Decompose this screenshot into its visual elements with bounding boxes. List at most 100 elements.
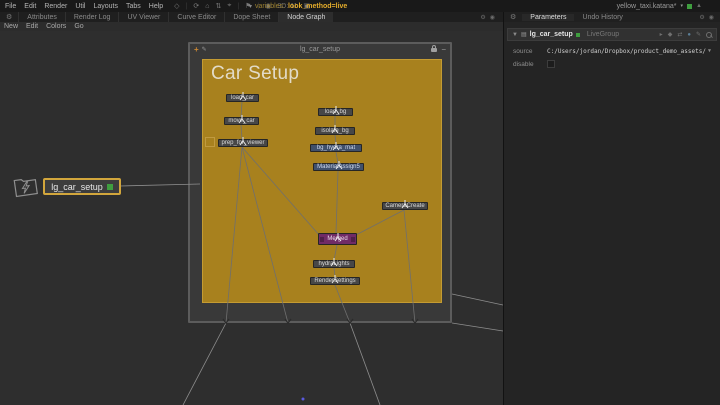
chevron-down-icon[interactable]: ▼ bbox=[708, 48, 711, 54]
status-green-square bbox=[107, 184, 113, 190]
warning-triangle-icon[interactable]: ▲ bbox=[696, 3, 702, 9]
menu-layouts[interactable]: Layouts bbox=[90, 3, 121, 10]
variables-label: variables: bbox=[255, 3, 285, 10]
play-icon[interactable]: ▸ bbox=[660, 31, 663, 38]
node-lg_car_setup-source[interactable]: lg_car_setup bbox=[43, 178, 121, 195]
node-load_car[interactable]: load_car bbox=[226, 94, 259, 102]
pane-target-icon[interactable]: ◉ bbox=[490, 14, 495, 21]
status-green-square bbox=[576, 33, 580, 37]
node-isolate_bg[interactable]: isolate_bg bbox=[315, 127, 355, 135]
transform-widget-icon bbox=[239, 91, 247, 101]
pane-corner-icons: ⚙ ◉ bbox=[480, 12, 503, 22]
menu-edit[interactable]: Edit bbox=[21, 3, 39, 10]
ng-menu-edit[interactable]: Edit bbox=[22, 23, 42, 30]
target-icon[interactable]: ⌖ bbox=[227, 2, 231, 10]
project-file-indicator: yellow_taxi.katana* ▾ ▲ bbox=[617, 0, 702, 12]
variables-value: look_method=live bbox=[288, 3, 347, 10]
parameter-node-header[interactable]: ▼ ▤ lg_car_setup LiveGroup ▸ ◆ ⇄ ● ✎ bbox=[507, 28, 717, 41]
pencil-icon[interactable]: ✎ bbox=[696, 31, 701, 38]
right-pane-tabbar: ⚙ Parameters Undo History ⚙ ◉ bbox=[504, 12, 720, 22]
disable-checkbox[interactable] bbox=[547, 60, 555, 68]
graph-state-variables[interactable]: ▾ variables: look_method=live bbox=[249, 0, 347, 12]
group-window-header: + ✎ lg_car_setup − bbox=[190, 44, 450, 55]
group-title: Car Setup bbox=[211, 63, 299, 85]
transform-widget-icon bbox=[331, 274, 339, 284]
toolbar-divider: | bbox=[237, 3, 239, 10]
node-CameraCreate[interactable]: CameraCreate bbox=[382, 202, 428, 210]
tab-curve-editor[interactable]: Curve Editor bbox=[168, 12, 224, 22]
tab-attributes[interactable]: Attributes bbox=[18, 12, 65, 22]
lock-icon[interactable] bbox=[431, 48, 437, 52]
toolbar-divider: | bbox=[186, 3, 188, 10]
node-hydraLights[interactable]: hydraLights bbox=[313, 260, 355, 268]
transform-widget-icon bbox=[401, 199, 409, 209]
ng-menu-colors[interactable]: Colors bbox=[42, 23, 70, 30]
source-path-text: C:/Users/jordan/Dropbox/product_demo_ass… bbox=[547, 48, 706, 55]
magnifier-icon[interactable] bbox=[706, 32, 712, 38]
disable-label: disable bbox=[513, 61, 541, 68]
snap-icon[interactable]: ◇ bbox=[174, 2, 179, 10]
nodegraph-canvas[interactable]: + ✎ lg_car_setup − Car Setup bbox=[0, 31, 503, 405]
ng-menu-go[interactable]: Go bbox=[70, 23, 87, 30]
tab-undo-history[interactable]: Undo History bbox=[574, 14, 630, 21]
chevron-down-icon[interactable]: ▾ bbox=[681, 3, 684, 9]
chevron-down-icon: ▾ bbox=[249, 3, 252, 10]
tab-dope-sheet[interactable]: Dope Sheet bbox=[224, 12, 278, 22]
ng-menu-new[interactable]: New bbox=[0, 23, 22, 30]
node-Merged[interactable]: Merged bbox=[318, 233, 357, 245]
pane-target-icon[interactable]: ◉ bbox=[709, 14, 714, 21]
node-MaterialAssign5[interactable]: MaterialAssign5 bbox=[313, 163, 364, 171]
menu-util[interactable]: Util bbox=[72, 3, 88, 10]
gear-icon[interactable]: ⚙ bbox=[504, 13, 522, 21]
transform-widget-icon bbox=[331, 124, 339, 134]
pane-settings-icon[interactable]: ⚙ bbox=[480, 14, 485, 21]
transform-widget-icon bbox=[238, 114, 246, 124]
transform-widget-icon bbox=[330, 257, 338, 267]
home-icon[interactable]: ⌂ bbox=[205, 3, 209, 10]
disable-parameter-row: disable bbox=[507, 58, 717, 70]
source-label: source bbox=[513, 48, 541, 55]
source-value-field[interactable]: C:/Users/jordan/Dropbox/product_demo_ass… bbox=[547, 48, 711, 55]
dot-icon[interactable]: ● bbox=[687, 32, 691, 38]
diamond-icon[interactable]: ◆ bbox=[668, 31, 673, 38]
parameter-header-icons: ▸ ◆ ⇄ ● ✎ bbox=[660, 31, 712, 38]
transform-widget-icon bbox=[332, 141, 340, 151]
tab-uv-viewer[interactable]: UV Viewer bbox=[118, 12, 168, 22]
nodegraph-menubar: New Edit Colors Go bbox=[0, 22, 503, 31]
pane-corner-icons: ⚙ ◉ bbox=[699, 14, 720, 21]
transform-widget-icon bbox=[334, 232, 342, 242]
node-prep_for_viewer[interactable]: prep_for_viewer bbox=[218, 139, 268, 147]
node-label: lg_car_setup bbox=[51, 182, 103, 192]
node-bg_hydra_mat[interactable]: bg_hydra_mat bbox=[310, 144, 362, 152]
parameter-node-name: lg_car_setup bbox=[530, 31, 573, 38]
menu-file[interactable]: File bbox=[2, 3, 19, 10]
node-RenderSettings[interactable]: RenderSettings bbox=[310, 277, 360, 285]
node-type-icon: ▤ bbox=[521, 31, 527, 38]
small-square-node[interactable] bbox=[205, 137, 215, 147]
menu-tabs[interactable]: Tabs bbox=[123, 3, 144, 10]
livegroup-folder-icon bbox=[10, 169, 42, 201]
menu-help[interactable]: Help bbox=[146, 3, 166, 10]
left-pane-tabbar: ⚙ Attributes Render Log UV Viewer Curve … bbox=[0, 12, 503, 22]
parameter-node-type: LiveGroup bbox=[587, 31, 619, 38]
group-window-title: lg_car_setup bbox=[190, 46, 450, 53]
tab-render-log[interactable]: Render Log bbox=[65, 12, 119, 22]
node-load_bg[interactable]: load_bg bbox=[318, 108, 353, 116]
node-move_car[interactable]: move_car bbox=[224, 117, 259, 125]
project-filename[interactable]: yellow_taxi.katana* bbox=[617, 3, 677, 10]
swap-icon[interactable]: ⇄ bbox=[677, 31, 682, 38]
tab-parameters[interactable]: Parameters bbox=[522, 14, 574, 21]
source-parameter-row: source C:/Users/jordan/Dropbox/product_d… bbox=[507, 45, 717, 57]
transform-widget-icon bbox=[332, 105, 340, 115]
parameters-panel: ⚙ Parameters Undo History ⚙ ◉ ▼ ▤ lg_car… bbox=[503, 12, 720, 405]
pane-settings-icon[interactable]: ⚙ bbox=[699, 14, 704, 21]
distant-node-dot bbox=[302, 398, 305, 401]
swap-icon[interactable]: ⇅ bbox=[216, 2, 222, 10]
katana-app: { "titlebar": { "menus": ["File", "Edit"… bbox=[0, 0, 720, 405]
transform-widget-icon bbox=[335, 160, 343, 170]
gear-icon[interactable]: ⚙ bbox=[0, 12, 18, 22]
refresh-icon[interactable]: ⟳ bbox=[193, 2, 199, 10]
menu-render[interactable]: Render bbox=[41, 3, 70, 10]
chevron-down-icon[interactable]: ▼ bbox=[512, 32, 518, 38]
tab-node-graph[interactable]: Node Graph bbox=[278, 12, 333, 22]
